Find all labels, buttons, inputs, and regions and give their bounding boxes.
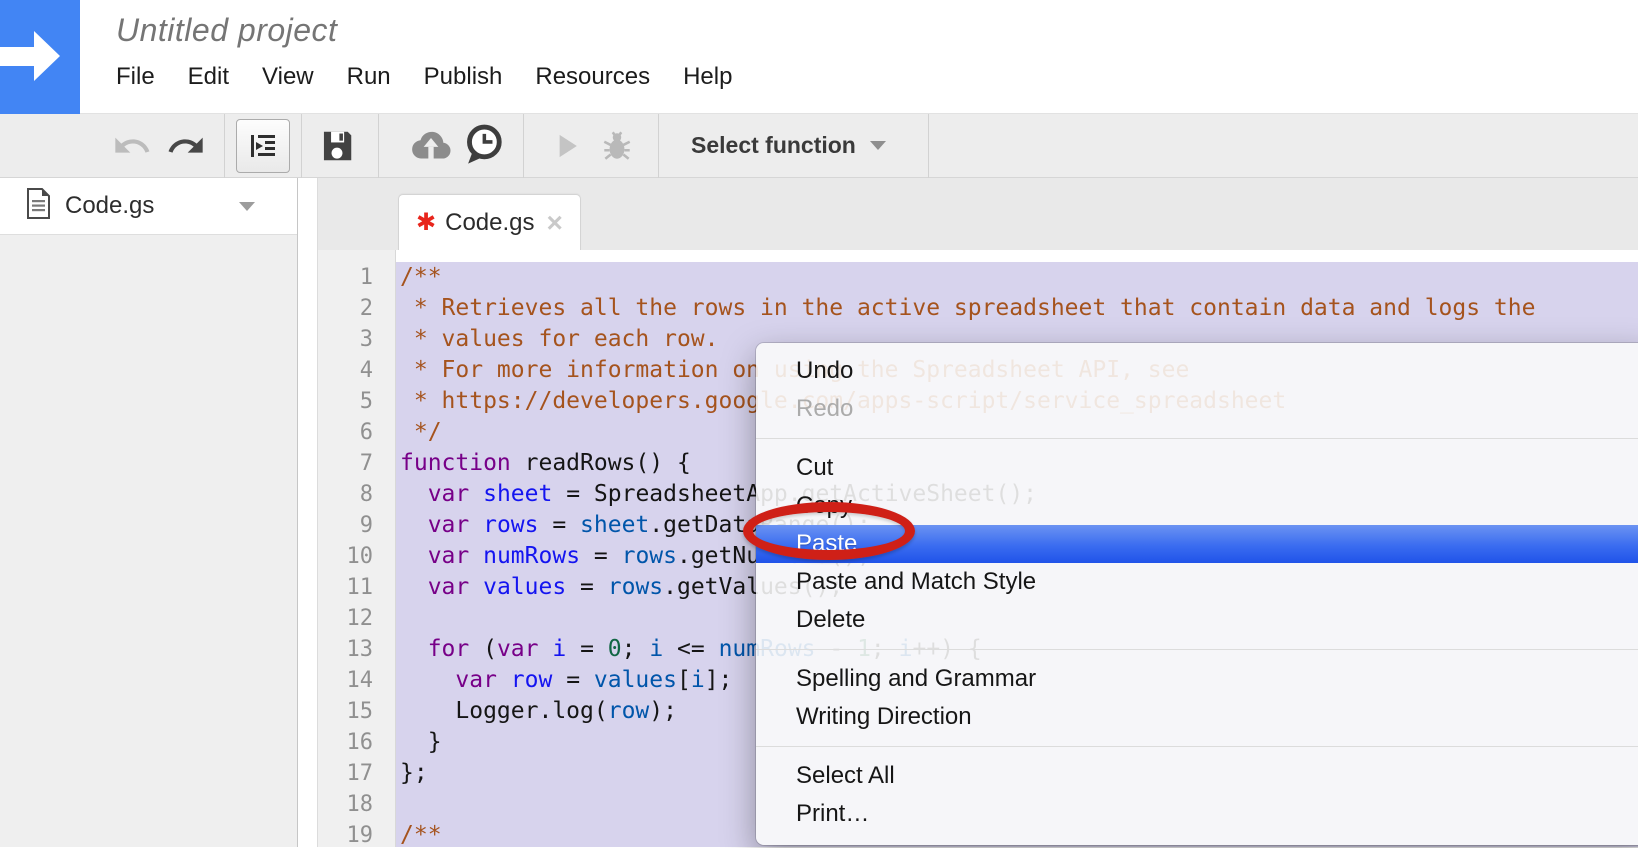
- tab-code-gs[interactable]: ✱ Code.gs ×: [398, 194, 581, 250]
- unsaved-indicator-icon: ✱: [416, 208, 436, 237]
- menubar-item-file[interactable]: File: [116, 63, 155, 91]
- context-menu-item-print[interactable]: Print…: [756, 795, 1638, 833]
- files-sidebar: Code.gs: [0, 178, 298, 847]
- menubar-item-view[interactable]: View: [262, 63, 314, 91]
- sidebar-empty-area: [0, 235, 297, 847]
- context-menu-item-spelling-and-grammar[interactable]: Spelling and Grammar: [756, 660, 1638, 698]
- line-number: 16: [318, 727, 395, 758]
- file-name-label: Code.gs: [65, 192, 239, 220]
- code-line-1[interactable]: /**: [400, 262, 1638, 293]
- menubar-item-publish[interactable]: Publish: [424, 63, 503, 91]
- context-menu-item-copy[interactable]: Copy: [756, 487, 1638, 525]
- sidebar-resize-gutter[interactable]: [298, 178, 317, 847]
- menubar-item-help[interactable]: Help: [683, 63, 732, 91]
- project-title[interactable]: Untitled project: [116, 12, 765, 49]
- toolbar: Select function: [0, 114, 1638, 178]
- context-menu-item-delete[interactable]: Delete: [756, 601, 1638, 639]
- line-number: 13: [318, 634, 395, 665]
- tab-strip: ✱ Code.gs ×: [318, 178, 1638, 250]
- file-menu-caret-icon[interactable]: [239, 202, 255, 211]
- line-number: 9: [318, 510, 395, 541]
- line-number: 14: [318, 665, 395, 696]
- indent-toggle-button[interactable]: [236, 119, 290, 173]
- line-number: 18: [318, 789, 395, 820]
- context-menu-separator: [756, 438, 1638, 439]
- context-menu-item-paste[interactable]: Paste: [756, 525, 1638, 563]
- line-number: 17: [318, 758, 395, 789]
- line-number: 1: [318, 262, 395, 293]
- tab-close-icon[interactable]: ×: [547, 209, 563, 237]
- context-menu-item-redo: Redo: [756, 390, 1638, 428]
- sidebar-item-code-gs[interactable]: Code.gs: [0, 178, 297, 235]
- menubar: File Edit View Run Publish Resources Help: [116, 63, 765, 91]
- line-number: 4: [318, 355, 395, 386]
- apps-script-logo: [0, 0, 80, 114]
- select-function-dropdown[interactable]: Select function: [691, 132, 886, 159]
- context-menu-item-writing-direction[interactable]: Writing Direction: [756, 698, 1638, 736]
- menubar-item-run[interactable]: Run: [347, 63, 391, 91]
- line-number: 2: [318, 293, 395, 324]
- line-number: 10: [318, 541, 395, 572]
- line-number-gutter: 1234567891011121314151617181920: [318, 250, 396, 847]
- redo-icon[interactable]: [166, 126, 206, 166]
- app-header: Untitled project File Edit View Run Publish R…: [0, 0, 1638, 114]
- line-number: 8: [318, 479, 395, 510]
- cloud-upload-icon[interactable]: [409, 126, 453, 166]
- line-number: 11: [318, 572, 395, 603]
- context-menu-separator: [756, 649, 1638, 650]
- menubar-item-edit[interactable]: Edit: [188, 63, 229, 91]
- chevron-down-icon: [870, 141, 886, 150]
- line-number: 6: [318, 417, 395, 448]
- debug-icon[interactable]: [600, 128, 634, 164]
- code-line-2[interactable]: * Retrieves all the rows in the active s…: [400, 293, 1638, 324]
- logo-arrow-icon: [0, 47, 34, 66]
- context-menu-item-undo[interactable]: Undo: [756, 352, 1638, 390]
- tab-label: Code.gs: [445, 209, 534, 237]
- context-menu-separator: [756, 746, 1638, 747]
- context-menu-item-cut[interactable]: Cut: [756, 449, 1638, 487]
- undo-icon[interactable]: [112, 126, 152, 166]
- line-number: 15: [318, 696, 395, 727]
- menubar-item-resources[interactable]: Resources: [535, 63, 650, 91]
- context-menu: UndoRedo CutCopyPastePaste and Match Styl…: [756, 343, 1638, 845]
- line-number: 5: [318, 386, 395, 417]
- line-number: 3: [318, 324, 395, 355]
- line-number: 12: [318, 603, 395, 634]
- context-menu-item-select-all[interactable]: Select All: [756, 757, 1638, 795]
- line-number: 19: [318, 820, 395, 847]
- apps-script-editor-window: Untitled project File Edit View Run Publish R…: [0, 0, 1638, 848]
- file-icon: [26, 188, 51, 224]
- history-icon[interactable]: [461, 123, 505, 169]
- line-number: 7: [318, 448, 395, 479]
- context-menu-item-paste-and-match-style[interactable]: Paste and Match Style: [756, 563, 1638, 601]
- save-icon[interactable]: [318, 127, 356, 165]
- run-icon[interactable]: [552, 130, 582, 162]
- select-function-label: Select function: [691, 132, 856, 159]
